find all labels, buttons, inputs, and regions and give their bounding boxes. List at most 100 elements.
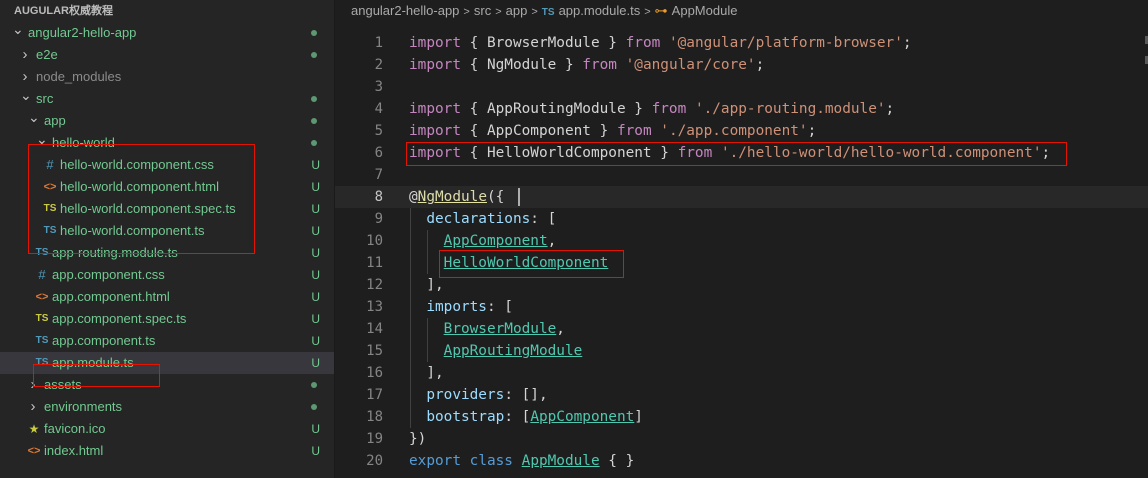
tree-item[interactable]: TS app.component.spec.ts U [0, 308, 334, 330]
chevron-right-icon[interactable]: › [28, 374, 38, 396]
code-text: import { HelloWorldComponent } from './h… [409, 145, 1051, 161]
git-untracked-badge: U [311, 224, 320, 238]
code-line[interactable]: 2 import { NgModule } from '@angular/core… [335, 54, 1148, 76]
indent-guide [427, 230, 428, 274]
git-changes-dot [311, 140, 317, 146]
tree-item[interactable]: ⌄ hello-world [0, 131, 334, 154]
breadcrumb-root[interactable]: angular2-hello-app [351, 3, 459, 18]
chevron-right-icon[interactable]: › [20, 44, 30, 66]
chevron-down-icon[interactable]: ⌄ [12, 18, 24, 40]
code-line[interactable]: 7 [335, 164, 1148, 186]
css-file-icon: # [38, 267, 46, 282]
code-line[interactable]: 14 BrowserModule, [335, 318, 1148, 340]
tree-item-label: node_modules [36, 69, 122, 84]
tree-item-label: src [36, 91, 54, 106]
line-number: 15 [366, 343, 383, 359]
code-line[interactable]: 8 @NgModule({ [335, 186, 1148, 208]
git-untracked-badge: U [311, 180, 320, 194]
tree-item[interactable]: TS hello-world.component.spec.ts U [0, 198, 334, 220]
file-tree: ⌄ angular2-hello-app › e2e › node_modules ⌄ src… [0, 21, 334, 462]
git-changes-dot [311, 96, 317, 102]
tree-item[interactable]: <> app.component.html U [0, 286, 334, 308]
tree-item[interactable]: # hello-world.component.css U [0, 154, 334, 176]
tree-item[interactable]: # app.component.css U [0, 264, 334, 286]
tree-item-label: assets [44, 377, 82, 392]
tree-item[interactable]: TS hello-world.component.ts U [0, 220, 334, 242]
chevron-right-icon: > [463, 6, 470, 18]
line-number: 9 [374, 211, 383, 227]
code-line[interactable]: 5 import { AppComponent } from './app.com… [335, 120, 1148, 142]
class-symbol-icon: ⊶ [654, 3, 668, 18]
code-text: export class AppModule { } [409, 453, 635, 469]
tree-item[interactable]: › assets [0, 374, 334, 396]
git-untracked-badge: U [311, 202, 320, 216]
code-line[interactable]: 3 [335, 76, 1148, 98]
code-line[interactable]: 10 AppComponent, [335, 230, 1148, 252]
chevron-down-icon[interactable]: ⌄ [36, 128, 48, 150]
tree-item-label: hello-world.component.html [60, 179, 219, 194]
tree-item[interactable]: › environments [0, 396, 334, 418]
tree-item-label: app.component.html [52, 289, 170, 304]
tree-item[interactable]: <> hello-world.component.html U [0, 176, 334, 198]
code-text: @NgModule({ [409, 189, 505, 205]
tree-item-label: e2e [36, 47, 58, 62]
code-line[interactable]: 12 ], [335, 274, 1148, 296]
line-number: 10 [366, 233, 383, 249]
typescript-file-icon: TS [35, 335, 49, 346]
line-number: 8 [374, 189, 383, 205]
line-number: 13 [366, 299, 383, 315]
chevron-down-icon[interactable]: ⌄ [20, 84, 32, 106]
explorer-title[interactable]: AUGULAR权威教程 [0, 0, 334, 22]
code-line[interactable]: 17 providers: [], [335, 384, 1148, 406]
typescript-file-icon: TS [35, 247, 49, 258]
line-number: 7 [374, 167, 383, 183]
code-text: imports: [ [426, 299, 513, 315]
code-line[interactable]: 16 ], [335, 362, 1148, 384]
indent-guide [427, 318, 428, 362]
code-line[interactable]: 1 import { BrowserModule } from '@angular… [335, 32, 1148, 54]
code-text: providers: [], [426, 387, 548, 403]
breadcrumb-symbol[interactable]: AppModule [672, 3, 738, 18]
code-line[interactable]: 4 import { AppRoutingModule } from './app… [335, 98, 1148, 120]
tree-item[interactable]: › e2e [0, 44, 334, 66]
tree-item-label: hello-world [52, 135, 115, 150]
code-line[interactable]: 15 AppRoutingModule [335, 340, 1148, 362]
code-line[interactable]: 18 bootstrap: [AppComponent] [335, 406, 1148, 428]
code-text: AppRoutingModule [443, 343, 583, 359]
html-file-icon: <> [43, 181, 57, 193]
git-untracked-badge: U [311, 268, 320, 282]
git-untracked-badge: U [311, 444, 320, 458]
code-line[interactable]: 20 export class AppModule { } [335, 450, 1148, 472]
git-untracked-badge: U [311, 356, 320, 370]
chevron-right-icon: > [531, 6, 538, 18]
code-line[interactable]: 9 declarations: [ [335, 208, 1148, 230]
tree-item[interactable]: ⌄ src [0, 87, 334, 110]
git-changes-dot [311, 118, 317, 124]
code-text: AppComponent, [443, 233, 557, 249]
git-untracked-badge: U [311, 334, 320, 348]
chevron-down-icon[interactable]: ⌄ [28, 106, 40, 128]
tree-item[interactable]: ⌄ angular2-hello-app [0, 21, 334, 44]
breadcrumb-file[interactable]: app.module.ts [559, 3, 641, 18]
typescript-file-icon: TS [43, 225, 57, 236]
breadcrumb-src[interactable]: src [474, 3, 491, 18]
breadcrumb-app[interactable]: app [506, 3, 528, 18]
code-text: BrowserModule, [443, 321, 565, 337]
typescript-spec-file-icon: TS [35, 313, 49, 324]
code-text: }) [409, 431, 427, 447]
code-line[interactable]: 19}) [335, 428, 1148, 450]
tree-item[interactable]: TS app.module.ts U [0, 352, 334, 374]
code-line[interactable]: 6 import { HelloWorldComponent } from './… [335, 142, 1148, 164]
tree-item[interactable]: TS app-routing.module.ts U [0, 242, 334, 264]
chevron-right-icon[interactable]: › [28, 396, 38, 418]
code-line[interactable]: 11 HelloWorldComponent [335, 252, 1148, 274]
indent-guide [410, 208, 411, 428]
tree-item[interactable]: › node_modules [0, 66, 334, 88]
tree-item[interactable]: TS app.component.ts U [0, 330, 334, 352]
tree-item[interactable]: ★ favicon.ico U [0, 418, 334, 440]
chevron-right-icon: > [644, 6, 651, 18]
code-editor[interactable]: angular2-hello-app > src > app > TS app.module.… [335, 0, 1148, 478]
tree-item[interactable]: <> index.html U [0, 440, 334, 462]
code-line[interactable]: 13 imports: [ [335, 296, 1148, 318]
tree-item[interactable]: ⌄ app [0, 109, 334, 132]
